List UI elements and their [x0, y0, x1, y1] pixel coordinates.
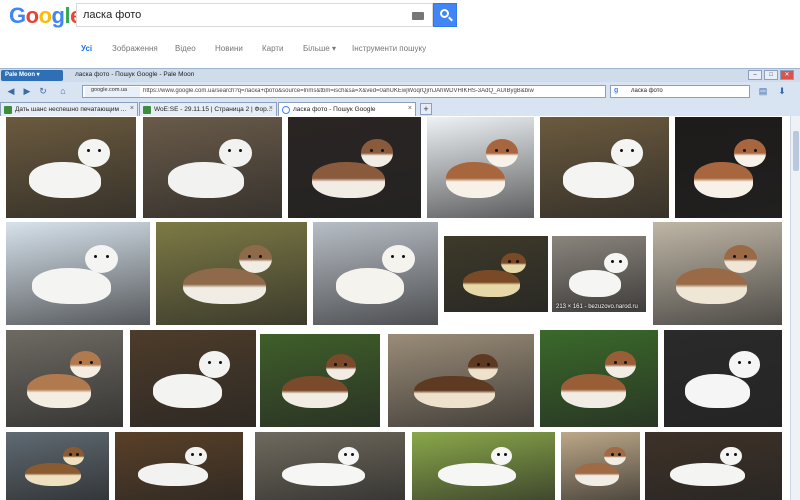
site-identity[interactable]: google.com.ua [85, 87, 140, 97]
image-thumbnail[interactable] [561, 432, 640, 500]
image-thumbnail[interactable] [645, 432, 782, 500]
image-thumbnail[interactable] [653, 222, 782, 325]
image-thumbnail[interactable] [6, 117, 136, 218]
image-thumbnail[interactable] [540, 117, 669, 218]
keyboard-icon[interactable] [412, 12, 424, 20]
image-thumbnail[interactable] [540, 330, 658, 427]
google-logo[interactable]: Google [9, 3, 82, 29]
search-box[interactable] [76, 3, 433, 27]
reload-icon[interactable]: ↻ [36, 85, 50, 98]
image-caption: 213 × 161 - bezuzovo.narod.ru [556, 304, 638, 310]
image-thumbnail[interactable] [6, 432, 109, 500]
google-header: Google Усі Зображення Відео Новини Карти… [0, 0, 800, 68]
scrollbar[interactable] [790, 116, 800, 500]
image-thumbnail[interactable] [115, 432, 243, 500]
tab-images[interactable]: Зображення [112, 44, 158, 53]
browser-tab-active[interactable]: ласка фото - Пошук Google × [278, 102, 416, 116]
close-tab-icon[interactable]: × [269, 105, 273, 112]
nav-bar: ◀ ▶ ↻ ⌂ google.com.ua https://www.google… [0, 83, 800, 100]
image-thumbnail[interactable] [675, 117, 782, 218]
new-tab-button[interactable]: + [420, 103, 432, 115]
close-tab-icon[interactable]: × [130, 105, 134, 112]
image-thumbnail[interactable] [260, 334, 380, 427]
forward-icon[interactable]: ▶ [20, 85, 34, 98]
image-thumbnail[interactable] [255, 432, 405, 500]
close-tab-icon[interactable]: × [408, 105, 412, 112]
browser-search-box[interactable]: g ласка фото [610, 85, 750, 98]
search-button[interactable] [433, 3, 457, 27]
minimize-icon[interactable]: – [748, 70, 762, 80]
site-favicon [4, 106, 12, 114]
download-icon[interactable]: ⬇ [775, 85, 789, 98]
title-bar: Pale Moon ▾ ласка фото - Пошук Google - … [0, 69, 800, 82]
google-favicon [282, 106, 290, 114]
image-thumbnail[interactable] [143, 117, 282, 218]
bookmarks-icon[interactable]: ▤ [756, 85, 770, 98]
google-engine-icon[interactable]: g [614, 87, 618, 94]
tab-all[interactable]: Усі [81, 44, 92, 53]
image-thumbnail[interactable] [288, 117, 421, 218]
tab-more[interactable]: Більше ▾ [303, 44, 336, 53]
browser-search-input[interactable]: ласка фото [631, 88, 663, 94]
browser-chrome: Pale Moon ▾ ласка фото - Пошук Google - … [0, 68, 800, 116]
browser-tab[interactable]: WoE:SE - 29.11.15 | Страница 2 | Фор... … [139, 102, 277, 116]
search-input[interactable] [83, 7, 403, 23]
tab-search-tools[interactable]: Інструменти пошуку [352, 44, 426, 53]
image-thumbnail[interactable] [444, 236, 548, 312]
image-thumbnail[interactable] [313, 222, 438, 325]
image-results-grid: 213 × 161 - bezuzovo.narod.ru [0, 116, 790, 500]
home-icon[interactable]: ⌂ [56, 85, 70, 98]
maximize-icon[interactable]: □ [764, 70, 778, 80]
url-text[interactable]: https://www.google.com.ua/search?q=ласка… [143, 88, 593, 94]
image-thumbnail[interactable] [412, 432, 555, 500]
image-thumbnail[interactable] [427, 117, 534, 218]
tab-news[interactable]: Новини [215, 44, 243, 53]
pale-moon-menu-button[interactable]: Pale Moon ▾ [1, 70, 63, 81]
tab-maps[interactable]: Карти [262, 44, 284, 53]
image-thumbnail[interactable] [6, 222, 150, 325]
image-thumbnail[interactable] [130, 330, 256, 427]
close-icon[interactable]: ✕ [780, 70, 794, 80]
image-thumbnail[interactable] [6, 330, 123, 427]
search-tabs: Усі Зображення Відео Новини Карти Більше… [0, 40, 800, 62]
browser-tab[interactable]: Дать шанс неспешно печатающим ... × [0, 102, 138, 116]
image-thumbnail[interactable] [156, 222, 307, 325]
image-thumbnail[interactable] [664, 330, 782, 427]
tab-bar: Дать шанс неспешно печатающим ... × WoE:… [0, 101, 800, 116]
window-title: ласка фото - Пошук Google - Pale Moon [75, 71, 195, 78]
back-icon[interactable]: ◀ [4, 85, 18, 98]
image-thumbnail[interactable] [388, 334, 534, 427]
site-favicon [143, 106, 151, 114]
tab-video[interactable]: Відео [175, 44, 196, 53]
image-thumbnail[interactable]: 213 × 161 - bezuzovo.narod.ru [552, 236, 646, 312]
url-bar[interactable]: google.com.ua https://www.google.com.ua/… [82, 85, 606, 98]
